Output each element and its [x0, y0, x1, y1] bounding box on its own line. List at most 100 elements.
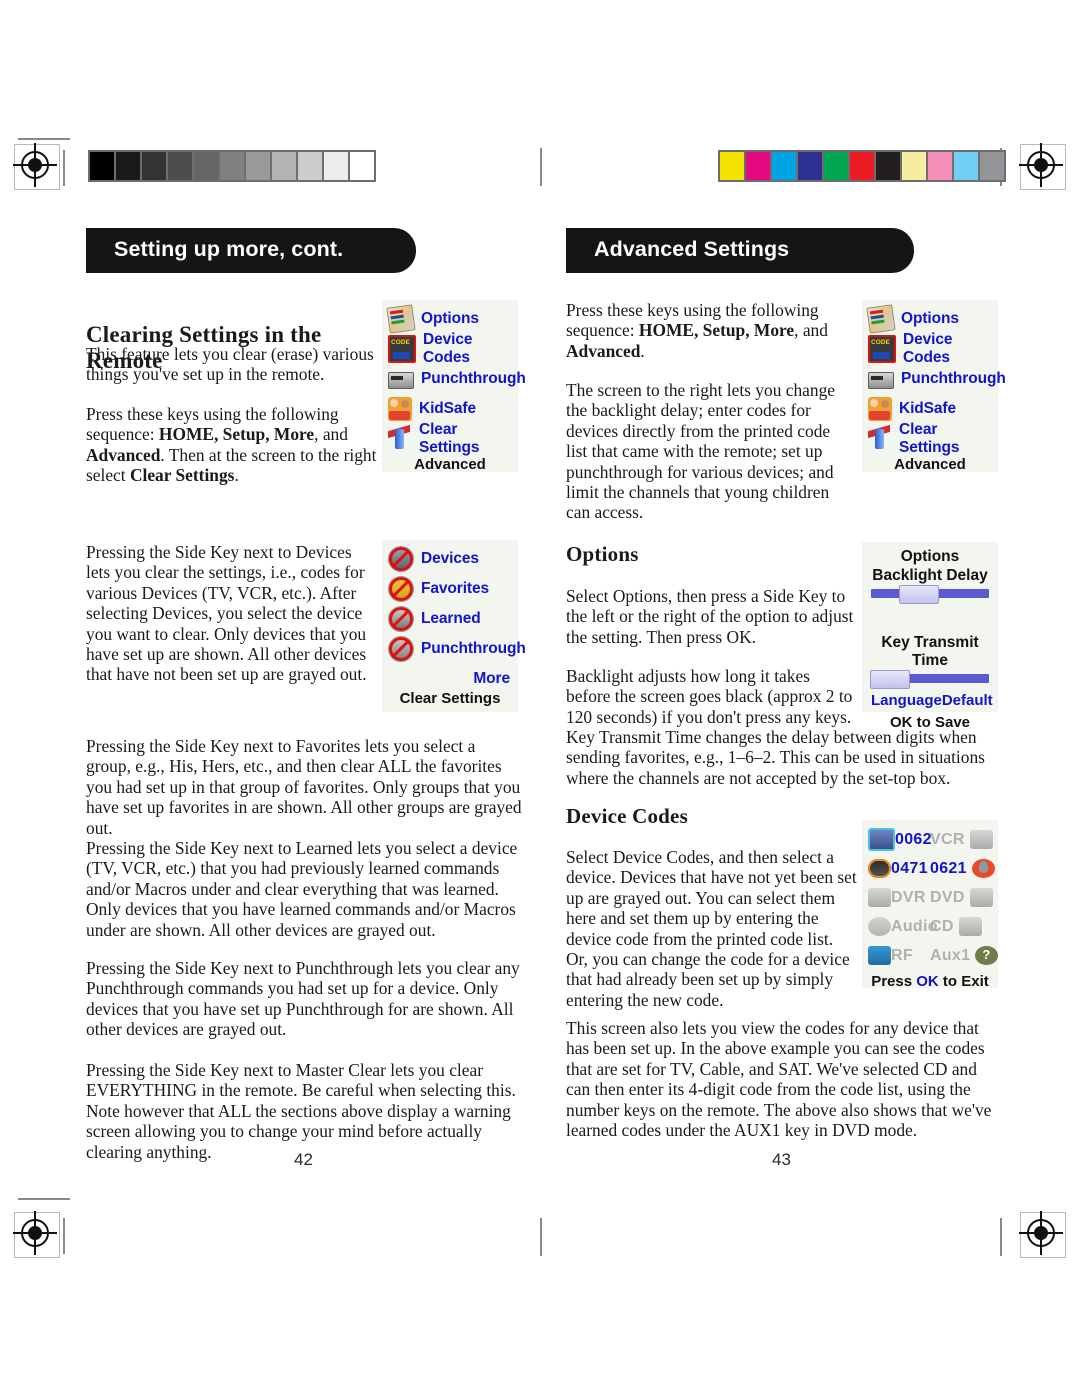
wedge-patch	[168, 152, 192, 180]
options-icon	[386, 304, 416, 334]
footer-suffix: to Exit	[938, 973, 989, 990]
device-cell-rf[interactable]: RF	[868, 946, 930, 965]
menu-item-punchthrough[interactable]: Punchthrough	[388, 364, 526, 394]
wedge-patch	[194, 152, 218, 180]
menu-item-label: Options	[901, 310, 959, 327]
device-label: VCR	[930, 830, 965, 848]
options-paragraph-2: Backlight adjusts how long it takes befo…	[566, 666, 853, 727]
document-page: Setting up more, cont. Clearing Settings…	[0, 0, 1080, 1397]
menu-item-label: Punchthrough	[901, 370, 1006, 387]
registration-mark-bottom-left	[13, 1211, 57, 1255]
key-seq-last-key: Advanced	[86, 444, 161, 465]
options-icon	[866, 304, 896, 334]
menu-item-label: Clear Settings	[899, 421, 960, 456]
registration-mark-top-left	[13, 143, 57, 187]
wedge-patch	[746, 152, 770, 180]
device-codes-icon	[868, 335, 896, 363]
right-page-column: Advanced Settings	[566, 228, 1004, 273]
sat-icon	[971, 859, 995, 878]
wedge-patch	[876, 152, 900, 180]
wedge-patch	[980, 152, 1004, 180]
registration-mark-bottom-right	[1019, 1211, 1063, 1255]
device-row[interactable]: 0471 0621	[868, 854, 995, 883]
key-transmit-time-thumb[interactable]	[869, 670, 910, 689]
options-screen-title: Options	[900, 548, 960, 565]
device-cell-tv[interactable]: 0062	[868, 828, 932, 851]
device-cell-sat[interactable]: 0621	[930, 859, 995, 878]
device-cell-cable[interactable]: 0471	[868, 859, 930, 878]
key-seq-last-key: Advanced	[566, 340, 641, 361]
key-transmit-time-slider[interactable]	[869, 670, 989, 689]
menu-item-clear-settings[interactable]: Clear Settings	[868, 421, 992, 456]
device-cell-dvr[interactable]: DVR	[868, 888, 930, 907]
grayscale-step-wedge	[88, 150, 376, 182]
backlight-delay-slider[interactable]	[871, 585, 989, 604]
clear-item-label: Learned	[421, 610, 481, 627]
language-link[interactable]: Language	[871, 692, 942, 709]
left-clear-settings-screen[interactable]: Devices Favorites Learned Punchthrough M…	[382, 540, 526, 712]
menu-item-label: Options	[421, 310, 479, 327]
right-intro-paragraph: The screen to the right lets you change …	[566, 380, 835, 523]
right-page-banner: Advanced Settings	[566, 228, 914, 273]
options-heading: Options	[566, 542, 639, 566]
device-cell-audio[interactable]: Audio	[868, 917, 938, 936]
device-row[interactable]: DVR DVD	[868, 883, 993, 912]
device-cell-cd[interactable]: CD	[930, 917, 992, 936]
menu-item-options[interactable]: Options	[866, 304, 992, 334]
menu-item-label: KidSafe	[899, 400, 957, 417]
clear-item-punchthrough[interactable]: Punchthrough	[388, 634, 526, 664]
left-paragraph-4: Pressing the Side Key next to Learned le…	[86, 838, 518, 940]
wedge-patch	[298, 152, 322, 180]
cable-icon	[868, 859, 891, 878]
menu-item-clear-settings[interactable]: Clear Settings	[388, 421, 512, 456]
no-learned-icon	[388, 606, 414, 632]
left-paragraph-3: Pressing the Side Key next to Favorites …	[86, 736, 522, 838]
device-codes-screen[interactable]: 0062 VCR 0471 0621 DVR DVD Audio CD RF A…	[862, 820, 999, 990]
left-paragraph-2: Pressing the Side Key next to Devices le…	[86, 542, 367, 685]
device-row[interactable]: 0062 VCR	[868, 825, 993, 854]
menu-item-punchthrough[interactable]: Punchthrough	[868, 364, 1006, 394]
clear-item-devices[interactable]: Devices	[388, 544, 512, 574]
menu-item-kidsafe[interactable]: KidSafe	[388, 394, 512, 424]
menu-item-device-codes[interactable]: Device Codes	[868, 331, 992, 366]
key-seq-end: .	[640, 340, 645, 361]
menu-item-device-codes[interactable]: Device Codes	[388, 331, 512, 366]
device-row[interactable]: RF Aux1	[868, 941, 999, 970]
menu-item-options[interactable]: Options	[386, 304, 512, 334]
left-advanced-menu-screen[interactable]: Options Device Codes Punchthrough KidSaf…	[382, 300, 526, 473]
default-link[interactable]: Default	[942, 692, 993, 709]
wedge-patch	[824, 152, 848, 180]
dvd-icon	[969, 888, 993, 907]
device-code: 0062	[895, 830, 932, 848]
key-seq-middle: , and	[314, 424, 348, 445]
device-label: RF	[891, 946, 913, 964]
device-row[interactable]: Audio CD	[868, 912, 992, 941]
cd-icon	[958, 917, 982, 936]
device-codes-icon	[388, 335, 416, 363]
right-page-number: 43	[772, 1150, 791, 1169]
menu-item-label: Device Codes	[423, 331, 473, 366]
device-cell-dvd[interactable]: DVD	[930, 888, 993, 907]
menu-item-label: Punchthrough	[421, 370, 526, 387]
clear-item-learned[interactable]: Learned	[388, 604, 512, 634]
punchthrough-icon	[868, 372, 894, 389]
key-transmit-time-label: Key Transmit Time	[881, 634, 979, 669]
options-settings-screen[interactable]: Options Backlight Delay Key Transmit Tim…	[862, 542, 998, 731]
clear-item-favorites[interactable]: Favorites	[388, 574, 512, 604]
trim-line-bottom-center	[540, 1218, 542, 1256]
color-control-bar	[718, 150, 1006, 182]
registration-mark-top-right	[1019, 143, 1063, 187]
wedge-patch	[142, 152, 166, 180]
backlight-delay-thumb[interactable]	[899, 585, 940, 604]
right-key-sequence-paragraph: Press these keys using the following seq…	[566, 300, 858, 361]
no-devices-icon	[388, 546, 414, 572]
device-cell-aux1[interactable]: Aux1	[930, 946, 999, 965]
menu-item-kidsafe[interactable]: KidSafe	[868, 394, 992, 424]
tv-icon	[868, 828, 895, 851]
wedge-patch	[272, 152, 296, 180]
screen-footer-label: Advanced	[414, 456, 486, 473]
device-cell-vcr[interactable]: VCR	[930, 830, 993, 849]
trim-line-bottom-right	[1000, 1218, 1002, 1256]
more-link[interactable]: More	[473, 670, 510, 687]
right-advanced-menu-screen[interactable]: Options Device Codes Punchthrough KidSaf…	[862, 300, 1006, 473]
